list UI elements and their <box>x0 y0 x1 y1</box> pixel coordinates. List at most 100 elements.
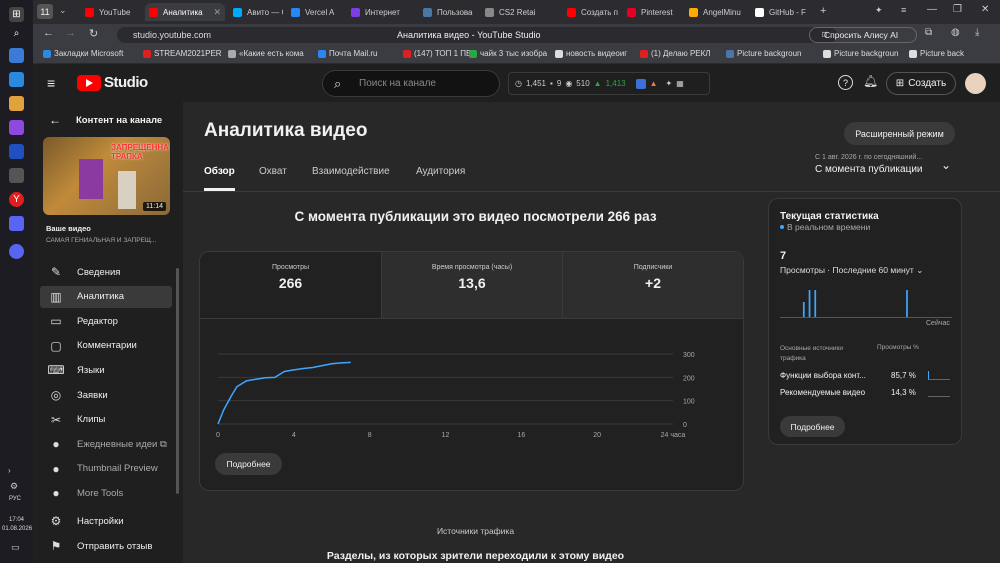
more-button[interactable]: Подробнее <box>215 453 282 475</box>
nav-scrollbar[interactable] <box>176 268 179 494</box>
lang-indicator[interactable]: РУС <box>9 496 21 502</box>
youtube-logo-icon[interactable] <box>77 75 101 91</box>
back-to-content-label[interactable]: Контент на канале <box>76 115 162 126</box>
bookmark-item[interactable]: Picture backgroun <box>823 49 898 58</box>
nav-item[interactable]: ◎ Заявки <box>40 384 172 406</box>
ext2-icon[interactable]: ▲ <box>650 79 658 88</box>
bookmark-item[interactable]: чайк 3 тыс изобра <box>469 49 547 58</box>
realtime-more-button[interactable]: Подробнее <box>780 416 845 437</box>
analytics-tab[interactable]: Обзор <box>204 166 235 177</box>
realtime-bar[interactable] <box>814 290 817 317</box>
nav-item[interactable]: ✎ Сведения <box>40 261 172 283</box>
channel-stats-extension[interactable]: ◷ 1,451 ▪ 9 ◉ 510 ▲ 1,413 ▲ ✦ ▦ <box>508 72 710 95</box>
notification-icon[interactable]: ▭ <box>11 542 20 553</box>
analytics-tab[interactable]: Охват <box>259 166 287 177</box>
nav-item[interactable]: ✂ Клипы <box>40 409 172 431</box>
app2-icon[interactable] <box>9 120 24 135</box>
browser-tab[interactable]: Vercel A <box>287 3 343 21</box>
traffic-source-row[interactable]: Функции выбора конт... 85,7 % <box>780 371 952 385</box>
network-icon[interactable]: ⚙ <box>10 481 18 492</box>
ext3-icon[interactable]: ✦ <box>666 79 673 88</box>
tab-count[interactable]: 11 <box>37 4 53 19</box>
app3-icon[interactable] <box>9 144 24 159</box>
browser-tab[interactable]: Pinterest <box>623 3 681 21</box>
profile-icon[interactable]: ◍ <box>951 27 960 38</box>
metric-tile[interactable]: Подписчики +2 <box>562 252 743 319</box>
folder-icon[interactable] <box>9 96 24 111</box>
chevron-down-icon[interactable]: ⌄ <box>59 5 67 16</box>
realtime-period[interactable]: Просмотры · Последние 60 минут ⌄ <box>780 265 923 276</box>
nav-item[interactable]: ● Ежедневные идеи ⧉ <box>40 433 172 455</box>
new-tab-icon[interactable]: + <box>820 5 826 17</box>
windows-icon[interactable]: ⊞ <box>9 7 24 22</box>
menu-icon[interactable]: ≡ <box>901 5 906 15</box>
browser-tab[interactable]: Аналитика ✕ <box>145 3 225 21</box>
app4-icon[interactable] <box>9 168 24 183</box>
nav-item[interactable]: ● Thumbnail Preview <box>40 458 172 480</box>
views-chart[interactable]: 0 100 200 300 0 4 8 12 16 20 24 часа <box>208 344 728 444</box>
bookmark-item[interactable]: Закладки Microsoft <box>43 49 123 58</box>
realtime-bar[interactable] <box>808 290 811 317</box>
extension-icon[interactable]: ✦ <box>875 5 883 16</box>
realtime-bar[interactable] <box>906 290 908 317</box>
browser-tab[interactable]: YouTube <box>81 3 141 21</box>
advanced-mode-button[interactable]: Расширенный режим <box>844 122 955 145</box>
analytics-tab[interactable]: Взаимодействие <box>312 166 390 177</box>
alice-button[interactable]: Спросить Алису AI <box>809 27 917 43</box>
restore-icon[interactable]: ❐ <box>953 4 962 15</box>
realtime-bars[interactable] <box>780 287 952 317</box>
bookmark-item[interactable]: «Какие есть кома <box>228 49 304 58</box>
bookmark-item[interactable]: новость видеоиг <box>555 49 627 58</box>
realtime-bar[interactable] <box>802 302 805 317</box>
browser-tab[interactable]: AngelMinu <box>685 3 747 21</box>
create-button[interactable]: ⊞ Создать <box>886 72 956 95</box>
forward-icon[interactable]: → <box>65 27 76 39</box>
metric-tile[interactable]: Просмотры 266 <box>200 252 381 319</box>
nav-item[interactable]: ▥ Аналитика <box>40 285 172 308</box>
traffic-source-row[interactable]: Рекомендуемые видео 14,3 % <box>780 388 952 402</box>
bookmark-item[interactable]: Почта Mail.ru <box>318 49 377 58</box>
downloads-icon[interactable]: ⤓ <box>975 27 979 38</box>
browser-tab[interactable]: Пользова <box>419 3 477 21</box>
extensions-icon[interactable]: ⧉ <box>925 27 932 38</box>
close-window-icon[interactable]: ✕ <box>981 4 989 15</box>
close-tab-icon[interactable]: ✕ <box>213 7 221 18</box>
video-thumbnail[interactable]: ЗАПРЕЩЕННА ТРАПКА 11:14 <box>43 137 170 215</box>
help-icon[interactable]: ? <box>838 75 853 90</box>
back-icon[interactable]: ← <box>43 27 54 39</box>
reload-icon[interactable]: ↻ <box>89 27 98 40</box>
period-select[interactable]: С момента публикации <box>815 164 923 175</box>
bookmark-item[interactable]: Picture back <box>909 49 964 58</box>
url-field[interactable]: studio.youtube.com Аналитика видео - You… <box>117 27 837 43</box>
chevron-down-icon[interactable]: ⌄ <box>941 158 951 172</box>
avatar[interactable] <box>965 73 986 94</box>
minimize-icon[interactable]: — <box>927 4 937 15</box>
yandex-icon[interactable]: Y <box>9 192 24 207</box>
browser-tab[interactable]: Авито — С <box>229 3 283 21</box>
chevron-up-icon[interactable]: › <box>8 466 11 475</box>
bell-icon[interactable]: 🔔︎ <box>863 74 878 88</box>
nav-item[interactable]: ▢ Комментарии <box>40 335 172 357</box>
bookmark-item[interactable]: Picture backgroun <box>726 49 801 58</box>
bookmark-item[interactable]: STREAM2021PER <box>143 49 222 58</box>
ext4-icon[interactable]: ▦ <box>676 79 684 88</box>
ext-icon[interactable] <box>635 78 646 89</box>
nav-item[interactable]: ⌨ Языки <box>40 359 172 381</box>
nav-item-feedback[interactable]: ⚑ Отправить отзыв <box>45 535 173 557</box>
period-range[interactable]: С 1 авг. 2026 г. по сегодняшний... <box>815 154 922 161</box>
search-icon[interactable]: ⌕ <box>9 26 24 41</box>
metric-tile[interactable]: Время просмотра (часы) 13,6 <box>381 252 562 319</box>
bookmark-item[interactable]: (1) Делаю РЕКЛ <box>640 49 711 58</box>
search-input[interactable]: ⌕ Поиск на канале <box>322 70 500 97</box>
browser-tab[interactable]: GitHub - F <box>751 3 811 21</box>
analytics-tab[interactable]: Аудитория <box>416 166 465 177</box>
store-icon[interactable] <box>9 72 24 87</box>
views-line[interactable] <box>217 361 351 425</box>
nav-item[interactable]: ▭ Редактор <box>40 310 172 332</box>
app-icon[interactable] <box>9 48 24 63</box>
discord2-icon[interactable] <box>9 244 24 259</box>
back-arrow-icon[interactable]: ← <box>49 113 61 127</box>
nav-item[interactable]: ● More Tools <box>40 482 172 504</box>
browser-tab[interactable]: Интернет <box>347 3 415 21</box>
browser-tab[interactable]: Создать п <box>563 3 619 21</box>
